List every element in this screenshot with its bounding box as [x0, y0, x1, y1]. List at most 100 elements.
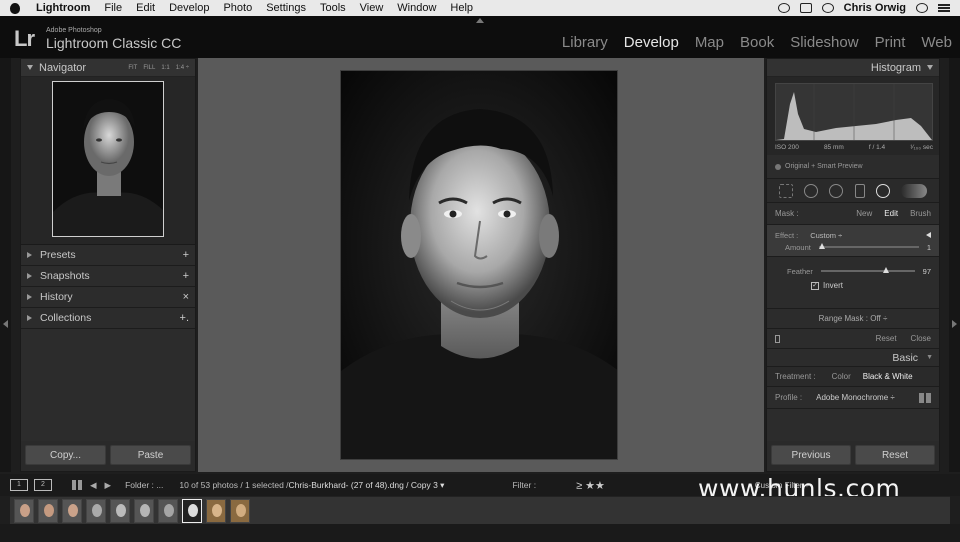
bottom-edge[interactable]	[0, 524, 960, 542]
navigator-header[interactable]: Navigator FIT FILL 1:1 1:4 ÷	[21, 59, 195, 77]
user-name[interactable]: Chris Orwig	[844, 2, 906, 14]
checkmark-icon[interactable]: ✓	[811, 281, 819, 290]
menu-view[interactable]: View	[360, 2, 384, 14]
left-edge[interactable]	[0, 58, 11, 472]
menu-develop[interactable]: Develop	[169, 2, 209, 14]
copy-button[interactable]: Copy...	[25, 445, 106, 465]
module-map[interactable]: Map	[695, 34, 724, 51]
mask-close[interactable]: Close	[911, 334, 931, 343]
histogram-header[interactable]: Histogram	[767, 59, 939, 77]
rating-filter[interactable]: ≥ ★★	[576, 479, 605, 492]
invert-checkbox[interactable]: ✓ Invert	[811, 281, 931, 290]
module-web[interactable]: Web	[921, 34, 952, 51]
filmstrip-thumb[interactable]	[158, 498, 178, 523]
module-develop[interactable]: Develop	[624, 34, 679, 51]
menu-edit[interactable]: Edit	[136, 2, 155, 14]
red-eye-icon[interactable]	[829, 183, 844, 198]
feather-slider[interactable]	[820, 267, 915, 273]
filmstrip-thumb-selected[interactable]	[182, 498, 202, 523]
histogram[interactable]: ISO 200 85 mm f / 1.4 ¹⁄₁₀₀ sec	[767, 77, 939, 155]
collapse-left-arrow-icon[interactable]	[3, 320, 8, 328]
module-slideshow[interactable]: Slideshow	[790, 34, 858, 51]
mask-brush[interactable]: Brush	[910, 209, 931, 218]
zoom-fill[interactable]: FILL	[143, 65, 155, 71]
histogram-graph[interactable]	[775, 83, 933, 141]
folder-source[interactable]: Folder : ...	[125, 480, 163, 490]
add-snapshot-icon[interactable]: +	[183, 270, 189, 282]
smart-preview-status[interactable]: Original + Smart Preview	[767, 155, 939, 179]
filmstrip-thumb[interactable]	[62, 498, 82, 523]
mask-edit[interactable]: Edit	[884, 209, 898, 218]
module-print[interactable]: Print	[875, 34, 906, 51]
second-window-icon[interactable]: 2	[34, 479, 52, 491]
module-book[interactable]: Book	[740, 34, 774, 51]
paste-button[interactable]: Paste	[110, 445, 191, 465]
file-name[interactable]: Chris-Burkhard- (27 of 48).dng / Copy 3 …	[289, 480, 445, 491]
adjustment-brush-icon[interactable]	[901, 183, 928, 198]
filmstrip-thumb[interactable]	[134, 498, 154, 523]
menu-tools[interactable]: Tools	[320, 2, 346, 14]
main-photo[interactable]	[340, 70, 618, 460]
clear-history-icon[interactable]: ×	[183, 291, 189, 303]
basic-header[interactable]: Basic ▼	[767, 349, 939, 367]
menu-file[interactable]: File	[104, 2, 122, 14]
main-window-icon[interactable]: 1	[10, 479, 28, 491]
photo-canvas[interactable]	[198, 58, 764, 472]
panel-snapshots[interactable]: Snapshots +	[21, 266, 195, 287]
apple-icon[interactable]	[10, 2, 20, 14]
menu-app[interactable]: Lightroom	[36, 2, 90, 14]
amount-value[interactable]: 1	[927, 243, 931, 252]
switch-icon[interactable]	[775, 334, 780, 343]
mask-new[interactable]: New	[856, 209, 872, 218]
panel-history[interactable]: History ×	[21, 287, 195, 308]
add-collection-icon[interactable]: +.	[180, 312, 189, 324]
filmstrip-thumb[interactable]	[110, 498, 130, 523]
zoom-1-1[interactable]: 1:1	[161, 65, 169, 71]
previous-button[interactable]: Previous	[771, 445, 851, 465]
add-preset-icon[interactable]: +	[183, 249, 189, 261]
collapse-right-arrow-icon[interactable]	[952, 320, 957, 328]
profile-select[interactable]: Adobe Monochrome ÷	[816, 393, 895, 402]
filmstrip-thumb[interactable]	[206, 498, 226, 523]
panel-presets[interactable]: Presets +	[21, 245, 195, 266]
profile-browser-icon[interactable]	[919, 392, 931, 403]
airplay-icon[interactable]	[799, 3, 812, 13]
feather-value[interactable]: 97	[923, 267, 931, 276]
search-icon[interactable]	[916, 3, 928, 13]
radial-filter-icon[interactable]	[875, 183, 890, 198]
menu-window[interactable]: Window	[397, 2, 436, 14]
reset-button[interactable]: Reset	[855, 445, 935, 465]
forward-arrow-icon[interactable]: ▶	[105, 480, 112, 491]
graduated-filter-icon[interactable]	[854, 183, 865, 198]
zoom-fit[interactable]: FIT	[128, 65, 137, 71]
navigator-preview[interactable]	[21, 77, 195, 245]
module-library[interactable]: Library	[562, 34, 608, 51]
right-edge[interactable]	[949, 58, 960, 472]
amount-slider-knob[interactable]	[818, 243, 825, 249]
treatment-color[interactable]: Color	[832, 372, 851, 381]
wifi-icon[interactable]	[821, 3, 834, 13]
notification-center-icon[interactable]	[938, 4, 950, 12]
filmstrip-thumb[interactable]	[14, 498, 34, 523]
spot-removal-icon[interactable]	[803, 183, 818, 198]
panel-collections[interactable]: Collections +.	[21, 308, 195, 329]
zoom-1-4[interactable]: 1:4 ÷	[176, 65, 189, 71]
effect-select[interactable]: Custom ÷	[810, 231, 842, 240]
filmstrip-thumb[interactable]	[230, 498, 250, 523]
back-arrow-icon[interactable]: ◀	[90, 480, 97, 491]
feather-slider-knob[interactable]	[882, 267, 889, 273]
crop-tool-icon[interactable]	[778, 183, 793, 198]
creative-cloud-icon[interactable]	[777, 3, 790, 13]
menu-settings[interactable]: Settings	[266, 2, 306, 14]
filmstrip-thumb[interactable]	[38, 498, 58, 523]
amount-slider[interactable]	[818, 243, 919, 249]
range-mask-select[interactable]: Range Mask : Off ÷	[767, 309, 939, 329]
mask-reset[interactable]: Reset	[876, 334, 897, 343]
navigator-thumbnail[interactable]	[52, 81, 164, 237]
collapse-top-arrow-icon[interactable]	[476, 18, 484, 23]
grid-view-icon[interactable]	[72, 480, 82, 490]
treatment-bw[interactable]: Black & White	[863, 372, 913, 381]
menu-photo[interactable]: Photo	[223, 2, 252, 14]
effect-collapse-icon[interactable]	[926, 232, 931, 238]
filmstrip-thumb[interactable]	[86, 498, 106, 523]
